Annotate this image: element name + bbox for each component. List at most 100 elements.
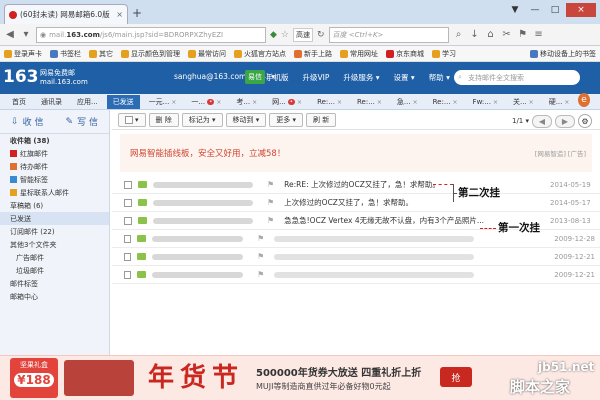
- flag-icon[interactable]: ⚑: [267, 198, 274, 207]
- sidebar-item[interactable]: 订阅邮件 (22): [0, 225, 109, 238]
- bookmark-item[interactable]: 常用网址: [340, 49, 378, 59]
- sidebar-item[interactable]: 已发送: [0, 212, 109, 225]
- dropdown-icon[interactable]: ▾: [20, 29, 32, 40]
- email-row[interactable]: ⚑ 2009-12-21: [112, 266, 600, 284]
- mail-tab[interactable]: 一元... ×: [143, 95, 183, 109]
- back-icon[interactable]: ◀: [4, 29, 16, 40]
- sidebar-item[interactable]: 收件箱 (38): [0, 134, 109, 147]
- ie-icon[interactable]: e: [578, 93, 590, 107]
- bookmark-item[interactable]: 登录声卡: [4, 49, 42, 59]
- sidebar-item[interactable]: 邮件标签: [0, 277, 109, 290]
- mail-tab[interactable]: 首页: [6, 95, 32, 109]
- mail-tab[interactable]: Re:... ×: [427, 95, 464, 109]
- url-bar[interactable]: ◉ mail. 163.com/js6/main.jsp?sid=BDRORPXZ…: [36, 26, 266, 43]
- close-icon[interactable]: ×: [252, 99, 257, 106]
- close-icon[interactable]: ×: [453, 99, 458, 106]
- close-icon[interactable]: ×: [171, 99, 176, 106]
- receive-button[interactable]: ⇩ 收 信: [0, 110, 55, 133]
- delete-button[interactable]: 删 除: [148, 112, 179, 127]
- refresh-icon[interactable]: ↻: [317, 30, 325, 40]
- header-link-upgrade[interactable]: 升级服务 ▾: [343, 72, 379, 83]
- mail-tab[interactable]: 已发送: [106, 95, 140, 109]
- prev-page-button[interactable]: ◀: [532, 114, 552, 128]
- mail-tab[interactable]: 关... ×: [507, 95, 540, 109]
- page-indicator[interactable]: 1/1 ▾: [512, 117, 529, 125]
- bookmark-item[interactable]: 移动设备上的书签: [530, 49, 596, 59]
- email-row[interactable]: ⚑ Re:RE: 上次修过的OCZ又挂了，急！求帮助。 2014-05-19: [112, 176, 600, 194]
- header-link-mobile[interactable]: 手机版: [266, 72, 289, 83]
- email-checkbox[interactable]: [124, 270, 132, 279]
- sidebar-item[interactable]: 星标联系人邮件: [0, 186, 109, 199]
- flag-icon[interactable]: ⚑: [267, 216, 274, 225]
- header-link-settings[interactable]: 设置 ▾: [394, 72, 415, 83]
- bookmark-item[interactable]: 新手上路: [294, 49, 332, 59]
- bookmark-item[interactable]: 火狐官方站点: [234, 49, 286, 59]
- bookmark-item[interactable]: 学习: [432, 49, 456, 59]
- new-tab-button[interactable]: +: [132, 6, 142, 20]
- email-checkbox[interactable]: [124, 198, 132, 207]
- close-icon[interactable]: ×: [529, 99, 534, 106]
- mail-tab[interactable]: 通讯录: [35, 95, 68, 109]
- sidebar-item[interactable]: 待办邮件: [0, 160, 109, 173]
- email-checkbox[interactable]: [124, 252, 132, 261]
- sidebar-item[interactable]: 智能标签: [0, 173, 109, 186]
- grab-button[interactable]: 抢: [440, 367, 472, 387]
- header-link-vip[interactable]: 升级VIP: [303, 72, 330, 83]
- sidebar-item[interactable]: 邮箱中心: [0, 290, 109, 303]
- close-icon[interactable]: ×: [413, 99, 418, 106]
- email-row[interactable]: ⚑ 2009-12-21: [112, 248, 600, 266]
- close-icon[interactable]: ×: [493, 99, 498, 106]
- mark-as-button[interactable]: 标记为 ▾: [181, 112, 223, 127]
- speed-mode-button[interactable]: 高速: [293, 27, 313, 42]
- mail-tab[interactable]: 急... ×: [391, 95, 424, 109]
- tab-list-button[interactable]: ▼: [506, 3, 524, 17]
- tab-close-icon[interactable]: ×: [116, 10, 123, 19]
- more-button[interactable]: 更多 ▾: [269, 112, 303, 127]
- mail-tab[interactable]: 考... ×: [230, 95, 263, 109]
- star-icon[interactable]: ☆: [281, 30, 289, 40]
- mail-tab[interactable]: 一... • ×: [185, 95, 227, 109]
- mail-tab[interactable]: Re:... ×: [351, 95, 388, 109]
- bookmark-item[interactable]: 最常访问: [188, 49, 226, 59]
- minimize-button[interactable]: —: [526, 3, 544, 17]
- sidebar-item[interactable]: 广告邮件: [0, 251, 109, 264]
- text-ad[interactable]: 网易智能插线板，安全又好用，立减58！ [网易智造] [广告]: [120, 134, 592, 172]
- search-icon[interactable]: ⌕: [453, 29, 465, 40]
- sidebar-item[interactable]: 垃圾邮件: [0, 264, 109, 277]
- flag-icon[interactable]: ⚑: [257, 234, 264, 243]
- select-all-checkbox[interactable]: ▾: [118, 112, 146, 127]
- mail-tab[interactable]: 应用...: [71, 95, 104, 109]
- home-icon[interactable]: ⌂: [485, 29, 497, 40]
- bookmark-item[interactable]: 其它: [89, 49, 113, 59]
- sidebar-item[interactable]: 草稿箱 (6): [0, 199, 109, 212]
- addon-icon[interactable]: ⚑: [517, 29, 529, 40]
- close-icon[interactable]: ×: [297, 99, 302, 106]
- bookmark-item[interactable]: 显示颜色到管理: [121, 49, 180, 59]
- email-row[interactable]: ⚑ 上次修过的OCZ又挂了，急！求帮助。 2014-05-17: [112, 194, 600, 212]
- write-button[interactable]: ✎ 写 信: [55, 110, 110, 133]
- close-icon[interactable]: ×: [337, 99, 342, 106]
- mail-tab[interactable]: 网... • ×: [266, 95, 308, 109]
- close-window-button[interactable]: ×: [566, 3, 596, 17]
- mail-tab[interactable]: Fw:... ×: [467, 95, 504, 109]
- close-icon[interactable]: ×: [377, 99, 382, 106]
- mail-tab[interactable]: 硬... ×: [543, 95, 576, 109]
- mail-logo[interactable]: 163: [3, 67, 39, 87]
- yixin-button[interactable]: 易信: [245, 70, 265, 84]
- browser-tab[interactable]: (60封未读) 网易邮箱6.0版 ×: [4, 4, 128, 24]
- email-checkbox[interactable]: [124, 234, 132, 243]
- bookmark-item[interactable]: 京东商城: [386, 49, 424, 59]
- mail-search-input[interactable]: ⌕ 支持邮件全文搜索: [454, 70, 580, 85]
- header-link-help[interactable]: 帮助 ▾: [429, 72, 450, 83]
- refresh-button[interactable]: 刷 新: [306, 112, 337, 127]
- download-icon[interactable]: ↓: [469, 29, 481, 40]
- screenshot-icon[interactable]: ✂: [501, 29, 513, 40]
- email-checkbox[interactable]: [124, 216, 132, 225]
- menu-icon[interactable]: ≡: [533, 29, 545, 40]
- browser-search-input[interactable]: 百度 <Ctrl+K>: [328, 26, 449, 43]
- next-page-button[interactable]: ▶: [555, 114, 575, 128]
- sidebar-item[interactable]: 其他3个文件夹: [0, 238, 109, 251]
- flag-icon[interactable]: ⚑: [267, 180, 274, 189]
- bookmark-item[interactable]: 书签栏: [50, 49, 81, 59]
- mail-tab[interactable]: Re:... ×: [311, 95, 348, 109]
